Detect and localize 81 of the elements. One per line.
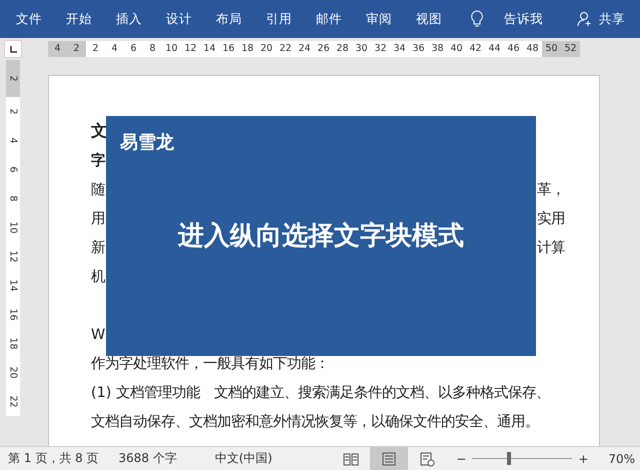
ruler-number: 24: [297, 42, 312, 56]
ruler-number: 16: [6, 308, 20, 322]
document-text: 文: [91, 121, 107, 142]
ribbon-tab[interactable]: 设计: [154, 10, 204, 28]
ruler-number: 52: [563, 42, 578, 56]
document-text: 文档自动保存、文档加密和意外情况恢复等，以确保文件的安全、通用。: [91, 412, 539, 431]
ruler-number: 10: [164, 42, 179, 56]
ribbon-tab[interactable]: 邮件: [304, 10, 354, 28]
word-count[interactable]: 3688 个字: [118, 450, 177, 467]
lightbulb-icon: [470, 10, 484, 28]
ruler-number: 4: [6, 136, 20, 146]
document-text: (1) 文档管理功能 文档的建立、搜索满足条件的文档、以多种格式保存、: [91, 384, 550, 402]
page-icon: [381, 450, 398, 466]
zoom-slider-thumb[interactable]: [507, 452, 512, 465]
ruler-number: 6: [129, 42, 138, 56]
document-text: 计算: [537, 239, 565, 257]
ruler-number: 26: [316, 42, 331, 56]
logo-text: 易雪龙: [120, 131, 174, 154]
ruler-number: 20: [6, 366, 20, 380]
zoom-level[interactable]: 70%: [608, 452, 636, 466]
ruler-number: 48: [525, 42, 540, 56]
ruler-number: 30: [354, 42, 369, 56]
ruler-number: 28: [335, 42, 350, 56]
ruler-number: 22: [278, 42, 293, 56]
ribbon-tab[interactable]: 布局: [204, 10, 254, 28]
ruler-number: 8: [6, 194, 20, 204]
ruler-number: 12: [6, 250, 20, 264]
ruler-number: 18: [240, 42, 255, 56]
ribbon-tab[interactable]: 视图: [404, 10, 454, 28]
ruler-number: 32: [373, 42, 388, 56]
document-text: 作为字处理软件，一般具有如下功能：: [91, 355, 329, 373]
ruler-number: 44: [487, 42, 502, 56]
ruler-number: 36: [411, 42, 426, 56]
ruler-number: 38: [430, 42, 445, 56]
ruler-number: 34: [392, 42, 407, 56]
ruler-number: 2: [72, 42, 81, 56]
person-add-icon: [577, 11, 593, 27]
tell-me-button[interactable]: 告诉我: [470, 10, 543, 28]
document-text: 随: [91, 181, 105, 199]
tab-stop-button[interactable]: [4, 40, 22, 58]
document-text: 字: [91, 151, 105, 170]
ribbon-tab[interactable]: 审阅: [354, 10, 404, 28]
zoom-in-button[interactable]: +: [578, 452, 588, 466]
ruler-number: 14: [202, 42, 217, 56]
ruler-number: 22: [6, 394, 20, 408]
view-button[interactable]: [370, 447, 408, 470]
document-text: 新: [91, 238, 105, 257]
ruler-number: 2: [91, 42, 100, 56]
ribbon-tab[interactable]: 引用: [254, 10, 304, 28]
book-icon: [343, 450, 360, 466]
ruler-number: 14: [6, 278, 20, 292]
ruler-number: 50: [544, 42, 559, 56]
ruler-number: 2: [6, 74, 20, 84]
ruler-number: 4: [53, 42, 62, 56]
document-text: 机: [91, 268, 105, 286]
ruler-number: 20: [259, 42, 274, 56]
ribbon-tab[interactable]: 插入: [104, 10, 154, 28]
ribbon-tab[interactable]: 开始: [54, 10, 104, 28]
document-text: 用: [91, 210, 105, 228]
ruler-number: 16: [221, 42, 236, 56]
ruler-number: 40: [449, 42, 464, 56]
share-button[interactable]: 共享: [577, 10, 625, 28]
ruler-number: 8: [148, 42, 157, 56]
tab-stop-icon: [10, 46, 16, 52]
ruler-number: 4: [110, 42, 119, 56]
language-indicator[interactable]: 中文(中国): [214, 450, 272, 467]
ribbon-tab[interactable]: 文件: [4, 10, 54, 28]
web-page-icon: [419, 450, 436, 466]
document-text: 革，: [537, 181, 565, 199]
ruler-number: 18: [6, 336, 20, 350]
ruler-number: 6: [6, 165, 20, 175]
page-count[interactable]: 第 1 页，共 8 页: [8, 450, 99, 467]
ruler-number: 46: [506, 42, 521, 56]
ruler-number: 42: [468, 42, 483, 56]
zoom-out-button[interactable]: −: [456, 452, 466, 466]
headline: 进入纵向选择文字块模式: [176, 220, 465, 253]
document-text: 实用: [537, 210, 565, 228]
ruler-number: 12: [183, 42, 198, 56]
ruler-number: 2: [6, 107, 20, 117]
ruler-number: 10: [6, 220, 20, 234]
document-text: W: [91, 326, 106, 342]
